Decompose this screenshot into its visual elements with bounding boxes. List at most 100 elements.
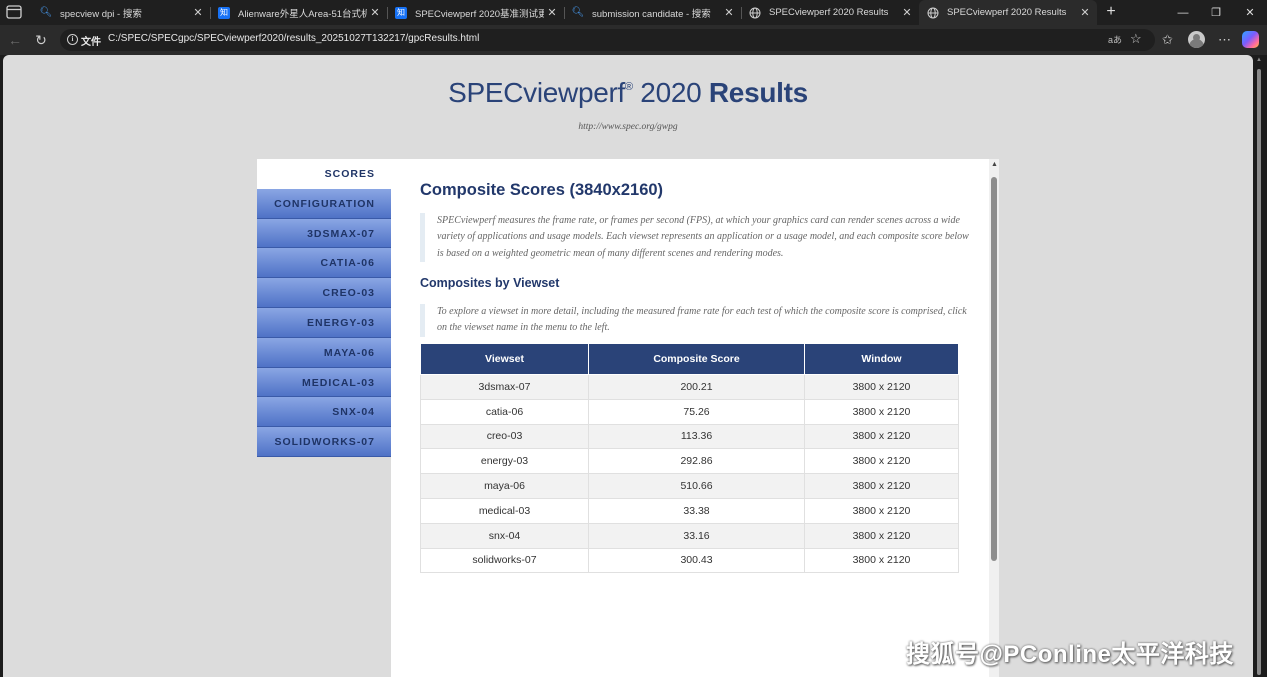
table-row: creo-03 113.36 3800 x 2120	[420, 423, 959, 450]
menu-item-creo[interactable]: CREO-03	[257, 278, 391, 308]
close-icon[interactable]: ✕	[1077, 6, 1093, 19]
read-aloud-icon[interactable]: aあ	[1108, 33, 1122, 46]
favorite-star-icon[interactable]: ☆	[1130, 31, 1142, 47]
tab-title: Alienware外星人Area-51台式机评测	[238, 8, 367, 20]
viewset-cell: medical-03	[420, 497, 589, 524]
tab-actions-icon[interactable]	[6, 5, 22, 19]
search-icon: 🔍︎	[39, 7, 53, 18]
score-cell: 33.16	[588, 522, 805, 549]
browser-tab[interactable]: 🔍︎ submission candidate - 搜索 ✕	[564, 0, 741, 25]
section-heading: Composite Scores (3840x2160)	[420, 181, 664, 199]
close-icon[interactable]: ✕	[544, 6, 560, 19]
explore-note-blockquote: To explore a viewset in more detail, inc…	[420, 304, 972, 337]
column-header-score: Composite Score	[588, 343, 805, 375]
tab-strip: 🔍︎ specview dpi - 搜索 ✕ 知 Alienware外星人Are…	[0, 0, 1267, 25]
tab-title: SPECviewperf 2020 Results	[947, 7, 1067, 18]
viewset-cell: catia-06	[420, 398, 589, 425]
menu-item-catia[interactable]: CATIA-06	[257, 248, 391, 279]
menu-item-snx[interactable]: SNX-04	[257, 397, 391, 428]
table-row: solidworks-07 300.43 3800 x 2120	[420, 547, 959, 574]
score-cell: 113.36	[588, 423, 805, 450]
copilot-icon[interactable]	[1242, 31, 1259, 48]
browser-tab[interactable]: SPECviewperf 2020 Results ✕	[741, 0, 919, 25]
favorites-icon[interactable]: ✩	[1162, 31, 1173, 49]
window-cell: 3800 x 2120	[804, 448, 959, 475]
table-row: medical-03 33.38 3800 x 2120	[420, 497, 959, 524]
page-viewport: SPECviewperf® 2020 Results http://www.sp…	[3, 55, 1253, 677]
scroll-up-arrow-icon[interactable]: ▲	[991, 161, 998, 168]
menu-item-configuration[interactable]: CONFIGURATION	[257, 188, 391, 219]
more-options-icon[interactable]: ⋯	[1218, 31, 1231, 49]
zhihu-icon: 知	[218, 6, 230, 19]
restore-icon[interactable]: ❐	[1199, 0, 1233, 25]
minimize-icon[interactable]: —	[1166, 0, 1200, 25]
info-icon[interactable]: i	[67, 34, 78, 45]
page-scrollbar[interactable]: ▲	[1255, 55, 1263, 677]
column-header-window: Window	[804, 343, 959, 375]
viewset-cell: solidworks-07	[420, 547, 589, 574]
menu-item-scores[interactable]: SCORES	[257, 159, 391, 189]
score-cell: 300.43	[588, 547, 805, 574]
window-cell: 3800 x 2120	[804, 423, 959, 450]
address-bar[interactable]: i 文件 C:/SPEC/SPECgpc/SPECviewperf2020/re…	[60, 29, 1155, 51]
profile-avatar-icon[interactable]	[1188, 31, 1205, 48]
window-cell: 3800 x 2120	[804, 497, 959, 524]
tab-title: SPECviewperf 2020 Results	[769, 7, 889, 18]
menu-item-medical[interactable]: MEDICAL-03	[257, 367, 391, 398]
menu-item-maya[interactable]: MAYA-06	[257, 337, 391, 368]
composites-subheading: Composites by Viewset	[420, 276, 560, 290]
score-cell: 510.66	[588, 473, 805, 499]
viewset-cell: snx-04	[420, 522, 589, 549]
table-row: 3dsmax-07 200.21 3800 x 2120	[420, 374, 959, 400]
browser-tab[interactable]: 知 Alienware外星人Area-51台式机评测 ✕	[210, 0, 387, 25]
viewset-cell: creo-03	[420, 423, 589, 450]
registered-mark: ®	[625, 81, 633, 93]
address-scheme-label: 文件	[81, 37, 101, 48]
page-subtitle-link[interactable]: http://www.spec.org/gwpg	[3, 122, 1253, 132]
close-icon[interactable]: ✕	[721, 6, 737, 19]
window-cell: 3800 x 2120	[804, 398, 959, 425]
composite-scores-table: Viewset Composite Score Window 3dsmax-07…	[420, 343, 959, 574]
scores-content-panel: Composite Scores (3840x2160) SPECviewper…	[391, 159, 999, 677]
globe-icon	[927, 7, 939, 18]
viewset-cell: 3dsmax-07	[420, 374, 589, 400]
page-title: SPECviewperf® 2020 Results	[3, 77, 1253, 109]
browser-tab-active[interactable]: SPECviewperf 2020 Results ✕	[919, 0, 1097, 25]
window-cell: 3800 x 2120	[804, 374, 959, 400]
content-scrollbar-thumb[interactable]	[991, 177, 997, 561]
viewset-menu: SCORES CONFIGURATION 3DSMAX-07 CATIA-06 …	[257, 159, 391, 457]
search-icon: 🔍︎	[571, 7, 585, 18]
menu-item-solidworks[interactable]: SOLIDWORKS-07	[257, 427, 391, 457]
scroll-up-arrow-icon[interactable]: ▲	[1256, 57, 1262, 63]
window-cell: 3800 x 2120	[804, 547, 959, 574]
new-tab-icon[interactable]: +	[1102, 2, 1120, 22]
title-year: 2020	[632, 77, 709, 108]
close-icon[interactable]: ✕	[190, 6, 206, 19]
browser-tab[interactable]: 🔍︎ specview dpi - 搜索 ✕	[32, 0, 210, 25]
refresh-icon[interactable]: ↻	[32, 31, 50, 49]
address-url[interactable]: C:/SPEC/SPECgpc/SPECviewperf2020/results…	[108, 33, 479, 44]
window-cell: 3800 x 2120	[804, 473, 959, 499]
score-cell: 75.26	[588, 398, 805, 425]
menu-item-3dsmax[interactable]: 3DSMAX-07	[257, 218, 391, 249]
table-row: energy-03 292.86 3800 x 2120	[420, 448, 959, 475]
tab-title: specview dpi - 搜索	[60, 8, 142, 20]
globe-icon	[749, 7, 761, 18]
back-arrow-icon[interactable]: ←	[6, 31, 24, 49]
zhihu-icon: 知	[395, 6, 407, 19]
viewset-cell: energy-03	[420, 448, 589, 475]
content-scrollbar[interactable]: ▲	[989, 159, 999, 677]
menu-item-energy[interactable]: ENERGY-03	[257, 307, 391, 338]
window-close-icon[interactable]: ✕	[1233, 0, 1267, 25]
table-row: maya-06 510.66 3800 x 2120	[420, 473, 959, 499]
intro-blockquote: SPECviewperf measures the frame rate, or…	[420, 213, 972, 262]
close-icon[interactable]: ✕	[899, 6, 915, 19]
viewset-cell: maya-06	[420, 473, 589, 499]
page-scrollbar-thumb[interactable]	[1257, 69, 1261, 675]
table-row: snx-04 33.16 3800 x 2120	[420, 522, 959, 549]
close-icon[interactable]: ✕	[367, 6, 383, 19]
score-cell: 33.38	[588, 497, 805, 524]
tab-title: submission candidate - 搜索	[592, 8, 711, 20]
browser-tab[interactable]: 知 SPECviewperf 2020基准测试更新 ✕	[387, 0, 564, 25]
title-results: Results	[708, 77, 808, 108]
